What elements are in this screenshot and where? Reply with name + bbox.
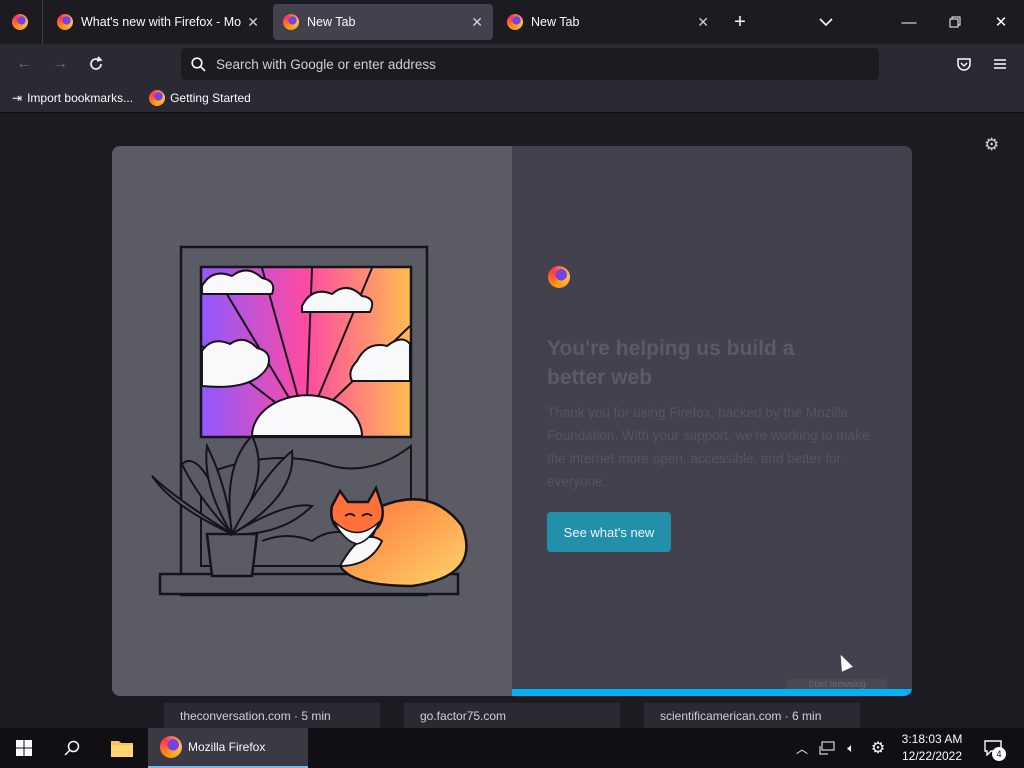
firefox-logo: [548, 266, 570, 293]
top-site-card[interactable]: scientificamerican.com · 6 min: [644, 703, 860, 729]
reload-icon: [90, 56, 103, 70]
chevron-down-icon: [819, 17, 833, 26]
forward-button[interactable]: →: [47, 52, 73, 76]
firefox-view-icon[interactable]: [12, 14, 28, 35]
close-icon[interactable]: ✕: [697, 14, 709, 31]
list-all-tabs-button[interactable]: [814, 10, 838, 34]
restore-icon: [949, 16, 961, 28]
bookmark-import[interactable]: ⇥ Import bookmarks...: [12, 91, 133, 105]
modal-body-text: Thank you for using Firefox, backed by t…: [547, 405, 870, 489]
minimize-button[interactable]: —: [886, 0, 932, 44]
tab-strip: What's new with Firefox - More ✕ New Tab…: [0, 0, 1024, 44]
onboarding-modal: You're helping us build a better web Tha…: [112, 146, 912, 696]
gear-icon: ⚙: [984, 135, 1000, 154]
minimize-icon: —: [901, 13, 917, 31]
pocket-button[interactable]: [951, 52, 977, 76]
plus-icon: +: [734, 10, 746, 33]
file-explorer-button[interactable]: [98, 728, 146, 768]
modal-heading: You're helping us build a better web: [547, 337, 795, 389]
start-button[interactable]: [0, 728, 48, 768]
hamburger-menu-icon: [994, 59, 1006, 69]
app-menu-button[interactable]: [987, 52, 1013, 76]
bookmark-label: Import bookmarks...: [27, 91, 134, 105]
tab-new-tab-active[interactable]: New Tab ✕: [273, 4, 493, 40]
chevron-up-icon: ︿: [795, 741, 808, 756]
gear-icon: ⚙: [870, 740, 886, 757]
tab-title: New Tab: [307, 15, 356, 29]
close-icon[interactable]: ✕: [247, 14, 259, 31]
taskbar-search-button[interactable]: [48, 728, 96, 768]
top-site-label: theconversation.com · 5 min: [180, 709, 331, 723]
close-icon[interactable]: ✕: [471, 14, 483, 31]
arrow-right-icon: →: [52, 55, 68, 72]
notification-center-button[interactable]: [976, 728, 1010, 768]
top-site-label: go.factor75.com: [420, 709, 507, 723]
tab-title: What's new with Firefox - More: [81, 15, 242, 29]
reload-button[interactable]: [83, 52, 109, 76]
bookmark-getting-started[interactable]: Getting Started: [149, 90, 251, 106]
search-icon: [64, 740, 80, 756]
taskbar-firefox-app[interactable]: Mozilla Firefox: [148, 728, 308, 768]
tab-whats-new[interactable]: What's new with Firefox - More ✕: [47, 4, 269, 40]
top-site-card[interactable]: theconversation.com · 5 min: [164, 703, 380, 729]
arrow-left-icon: ←: [16, 55, 32, 72]
top-site-label: scientificamerican.com · 6 min: [660, 709, 822, 723]
restore-button[interactable]: [932, 0, 978, 44]
pocket-icon: [957, 57, 971, 71]
system-clock[interactable]: 3:18:03 AM 12/22/2022: [896, 731, 968, 765]
back-button[interactable]: ←: [11, 52, 37, 76]
firefox-favicon-icon: [57, 14, 73, 30]
bookmarks-toolbar: ⇥ Import bookmarks... Getting Started: [0, 84, 1024, 113]
bookmark-label: Getting Started: [170, 91, 251, 105]
personalize-button[interactable]: ⚙: [984, 135, 999, 155]
search-input[interactable]: [214, 55, 858, 73]
volume-button[interactable]: 🔈︎: [840, 728, 862, 768]
clock-time: 3:18:03 AM: [901, 732, 963, 746]
folder-icon: [111, 741, 133, 757]
search-icon: [191, 56, 206, 72]
settings-tray-button[interactable]: ⚙: [866, 728, 890, 768]
network-icon: [819, 741, 835, 755]
tab-title: New Tab: [531, 15, 580, 29]
show-hidden-icons-button[interactable]: ︿: [792, 728, 812, 768]
firefox-favicon-icon: [283, 14, 299, 30]
windows-taskbar: Mozilla Firefox ︿ 🔈︎ ⚙ 3:18:03 AM 12/22/…: [0, 728, 1024, 768]
new-tab-page: ⚙ theconversation.com · 5 min go.factor7…: [0, 113, 1024, 729]
top-site-card[interactable]: go.factor75.com: [404, 703, 620, 729]
close-window-button[interactable]: ✕: [978, 0, 1024, 44]
nav-bar: ← →: [0, 44, 1024, 84]
windows-logo-icon: [16, 740, 32, 756]
fox-window-illustration: [151, 245, 468, 597]
tab-new-tab[interactable]: New Tab ✕: [497, 4, 719, 40]
firefox-favicon-icon: [149, 90, 166, 106]
speaker-icon: 🔈︎: [847, 740, 855, 755]
taskbar-app-label: Mozilla Firefox: [188, 740, 266, 754]
progress-bar: [512, 689, 912, 696]
illustration-panel: [112, 146, 512, 696]
url-bar[interactable]: [181, 48, 879, 80]
import-icon: ⇥: [12, 91, 23, 105]
see-whats-new-button[interactable]: See what's new: [547, 512, 671, 552]
clock-date: 12/22/2022: [901, 749, 963, 763]
firefox-app-icon: [160, 736, 182, 758]
tab-divider: [42, 0, 43, 44]
new-tab-button[interactable]: +: [728, 10, 752, 34]
content-panel: You're helping us build a better web Tha…: [512, 146, 912, 696]
notification-count-badge: 4: [992, 747, 1006, 761]
firefox-favicon-icon: [507, 14, 523, 30]
network-button[interactable]: [816, 728, 838, 768]
close-icon: ✕: [994, 14, 1008, 31]
